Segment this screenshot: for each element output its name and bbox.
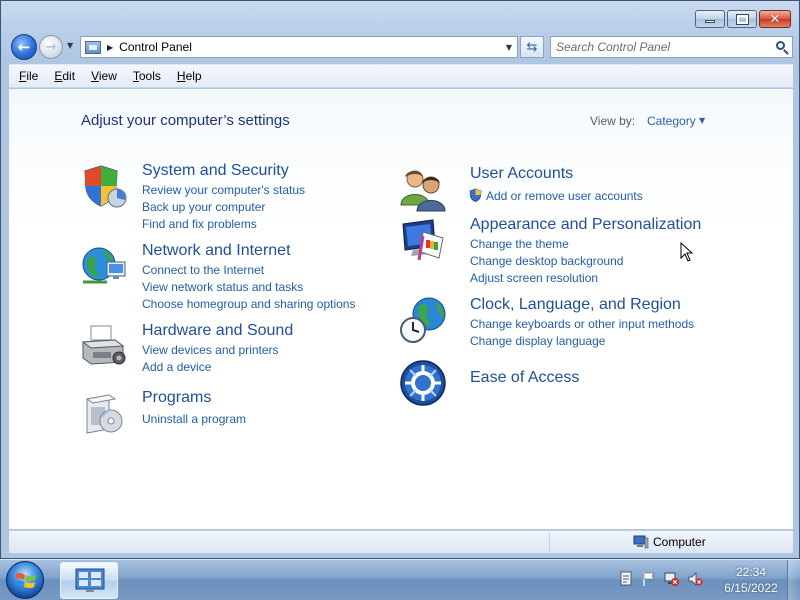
link-change-theme[interactable]: Change the theme: [470, 237, 569, 251]
monitor-palette-icon[interactable]: [399, 216, 447, 264]
notification-icon[interactable]: [618, 570, 634, 588]
globe-clock-icon[interactable]: [399, 296, 447, 344]
close-button[interactable]: ✕: [759, 10, 791, 28]
view-by-chevron-icon[interactable]: ▼: [699, 116, 705, 125]
ease-of-access-icon[interactable]: [399, 359, 447, 407]
menu-view[interactable]: View: [91, 67, 117, 85]
computer-icon: [633, 535, 649, 549]
user-accounts-title[interactable]: User Accounts: [470, 165, 573, 183]
address-dropdown-icon[interactable]: ▼: [501, 43, 517, 52]
status-bar: Computer: [9, 530, 793, 553]
link-review-status[interactable]: Review your computer's status: [142, 183, 305, 197]
forward-button[interactable]: →: [39, 35, 63, 59]
link-network-status[interactable]: View network status and tasks: [142, 280, 303, 294]
clock-language-title[interactable]: Clock, Language, and Region: [470, 296, 681, 314]
link-homegroup-sharing[interactable]: Choose homegroup and sharing options: [142, 297, 355, 311]
back-button[interactable]: ←: [11, 34, 37, 60]
status-divider: [549, 533, 550, 552]
status-location-text: Computer: [653, 535, 706, 549]
maximize-icon: [735, 13, 749, 25]
printer-icon[interactable]: [79, 322, 127, 370]
network-internet-title[interactable]: Network and Internet: [142, 242, 291, 260]
menu-file[interactable]: File: [19, 67, 38, 85]
search-icon[interactable]: [772, 41, 792, 50]
address-bar[interactable]: ▶ Control Panel ▼: [80, 36, 518, 58]
clock-date: 6/15/2022: [724, 581, 778, 595]
minimize-icon: [705, 20, 715, 23]
uac-shield-icon: [469, 188, 482, 202]
link-connect-internet[interactable]: Connect to the Internet: [142, 263, 264, 277]
link-display-language[interactable]: Change display language: [470, 334, 605, 348]
back-arrow-icon: ←: [17, 38, 31, 56]
caption-buttons: ✕: [695, 10, 791, 28]
link-change-keyboards[interactable]: Change keyboards or other input methods: [470, 317, 694, 331]
close-icon: ✕: [769, 11, 781, 27]
link-back-up[interactable]: Back up your computer: [142, 200, 265, 214]
taskbar: 22:34 6/15/2022: [0, 559, 800, 600]
users-icon[interactable]: [399, 165, 447, 213]
view-by-label: View by:: [590, 114, 636, 128]
hardware-sound-title[interactable]: Hardware and Sound: [142, 322, 293, 340]
taskbar-clock[interactable]: 22:34 6/15/2022: [716, 564, 786, 596]
content-area: Adjust your computer’s settings View by:…: [9, 89, 793, 529]
link-find-fix-problems[interactable]: Find and fix problems: [142, 217, 257, 231]
breadcrumb-control-panel[interactable]: Control Panel: [119, 40, 501, 54]
ease-of-access-title[interactable]: Ease of Access: [470, 369, 579, 387]
view-by-dropdown[interactable]: Category: [647, 114, 696, 128]
page-title: Adjust your computer’s settings: [81, 112, 290, 129]
maximize-button[interactable]: [727, 10, 757, 28]
search-box[interactable]: [550, 36, 793, 58]
link-screen-resolution[interactable]: Adjust screen resolution: [470, 271, 598, 285]
network-error-icon[interactable]: [664, 570, 680, 588]
volume-muted-icon[interactable]: [687, 570, 703, 588]
link-desktop-background[interactable]: Change desktop background: [470, 254, 623, 268]
refresh-button[interactable]: ⇆: [520, 36, 544, 58]
menu-tools[interactable]: Tools: [133, 67, 161, 85]
refresh-icon: ⇆: [526, 39, 538, 55]
search-input[interactable]: [556, 38, 772, 56]
show-desktop-button[interactable]: [787, 560, 800, 600]
menu-help[interactable]: Help: [177, 67, 202, 85]
system-security-title[interactable]: System and Security: [142, 162, 289, 180]
clock-time: 22:34: [735, 565, 767, 579]
start-button[interactable]: [6, 561, 44, 599]
flag-icon[interactable]: [641, 570, 657, 588]
shield-icon[interactable]: [79, 162, 127, 210]
link-devices-printers[interactable]: View devices and printers: [142, 343, 279, 357]
forward-arrow-icon: →: [45, 39, 57, 55]
link-add-remove-accounts[interactable]: Add or remove user accounts: [486, 189, 643, 203]
navigation-row: ← → ▼ ▶ Control Panel ▼ ⇆: [9, 34, 793, 60]
control-panel-icon: [75, 568, 105, 592]
link-add-device[interactable]: Add a device: [142, 360, 211, 374]
minimize-button[interactable]: [695, 10, 725, 28]
programs-disc-icon[interactable]: [79, 389, 127, 437]
recent-pages-dropdown-icon[interactable]: ▼: [67, 41, 73, 50]
programs-title[interactable]: Programs: [142, 389, 211, 407]
control-panel-icon: [85, 40, 101, 54]
breadcrumb-separator-icon[interactable]: ▶: [107, 43, 113, 52]
menu-edit[interactable]: Edit: [54, 67, 75, 85]
control-panel-window: ✕ ← → ▼ ▶ Control Panel ▼ ⇆ File Edit Vi…: [0, 0, 800, 559]
link-uninstall-program[interactable]: Uninstall a program: [142, 412, 246, 426]
taskbar-control-panel-button[interactable]: [60, 562, 118, 599]
appearance-title[interactable]: Appearance and Personalization: [470, 216, 701, 234]
mouse-pointer-icon: [680, 242, 694, 262]
menu-bar: File Edit View Tools Help: [9, 64, 793, 88]
windows-logo-icon: [15, 572, 36, 589]
system-tray: [618, 570, 703, 588]
network-globe-icon[interactable]: [79, 242, 127, 290]
